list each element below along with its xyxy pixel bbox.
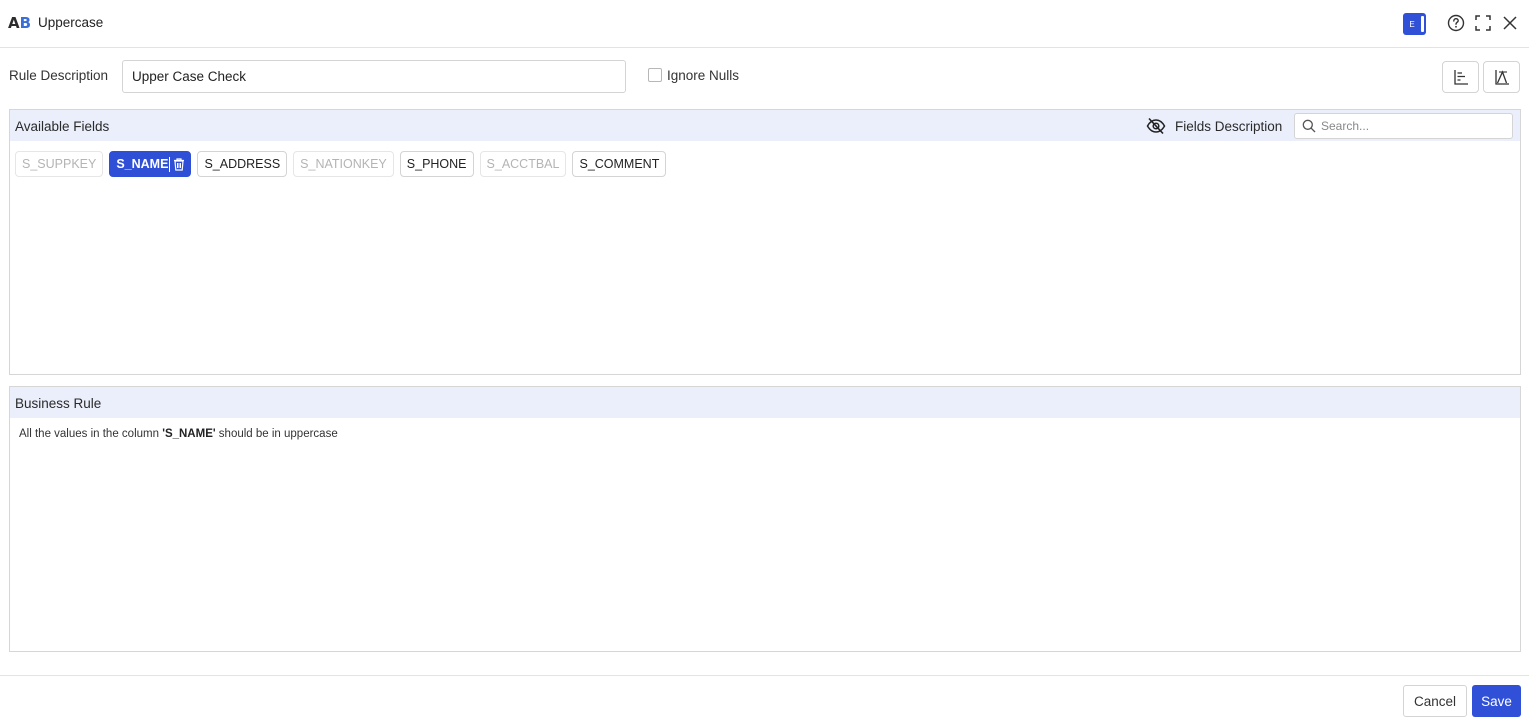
logo-letter-a: A	[8, 14, 20, 32]
ignore-nulls-checkbox[interactable]	[648, 68, 662, 82]
app-logo: AB	[8, 14, 31, 32]
field-chip-s-suppkey[interactable]: S_SUPPKEY	[15, 151, 104, 177]
ignore-nulls-label: Ignore Nulls	[667, 68, 740, 83]
align-left-chart-button[interactable]	[1442, 61, 1479, 93]
field-chip-s-name[interactable]: S_NAME	[109, 151, 192, 177]
trash-icon[interactable]	[173, 157, 185, 171]
field-chip-s-comment[interactable]: S_COMMENT	[572, 151, 667, 177]
help-icon[interactable]	[1447, 14, 1465, 32]
business-rule-column: 'S_NAME'	[162, 428, 216, 440]
business-rule-title: Business Rule	[15, 396, 102, 411]
close-icon[interactable]	[1501, 14, 1519, 32]
business-rule-text: All the values in the column 'S_NAME' sh…	[19, 428, 338, 440]
logo-letter-b: B	[19, 14, 32, 32]
panel-toggle-letter: E	[1409, 19, 1415, 29]
save-button[interactable]: Save	[1472, 685, 1521, 717]
rule-description-label: Rule Description	[9, 68, 109, 83]
text-caret	[169, 156, 171, 172]
panel-toggle-button[interactable]: E	[1403, 13, 1426, 35]
business-rule-panel: Business Rule All the values in the colu…	[9, 386, 1521, 652]
dialog-header: AB Uppercase E	[0, 0, 1529, 48]
search-icon	[1302, 119, 1316, 133]
eye-off-icon[interactable]	[1146, 117, 1166, 135]
distribution-icon	[1494, 70, 1509, 85]
available-fields-panel: Available Fields Fields Description S_SU…	[9, 109, 1521, 375]
dialog-footer: Cancel Save	[0, 675, 1529, 725]
distribution-chart-button[interactable]	[1483, 61, 1520, 93]
rule-description-input[interactable]	[122, 60, 626, 93]
field-chip-list: S_SUPPKEY S_NAME S_ADDRESS S_NATIONKEY S…	[15, 151, 667, 177]
field-search-box	[1294, 113, 1513, 139]
field-chip-label: S_NAME	[116, 157, 169, 171]
search-input[interactable]	[1321, 117, 1506, 135]
field-chip-s-acctbal[interactable]: S_ACCTBAL	[479, 151, 567, 177]
business-rule-suffix: should be in uppercase	[215, 428, 338, 440]
dialog-title: Uppercase	[38, 15, 104, 30]
business-rule-header: Business Rule	[10, 387, 1520, 418]
business-rule-prefix: All the values in the column	[19, 428, 163, 440]
available-fields-title: Available Fields	[15, 119, 110, 134]
field-chip-s-address[interactable]: S_ADDRESS	[197, 151, 288, 177]
field-chip-s-phone[interactable]: S_PHONE	[399, 151, 474, 177]
fields-description-label: Fields Description	[1175, 119, 1283, 134]
fullscreen-icon[interactable]	[1474, 14, 1492, 32]
bar-chart-icon	[1453, 70, 1468, 85]
available-fields-header: Available Fields Fields Description	[10, 110, 1520, 141]
field-chip-s-nationkey[interactable]: S_NATIONKEY	[293, 151, 394, 177]
cancel-button[interactable]: Cancel	[1403, 685, 1467, 717]
